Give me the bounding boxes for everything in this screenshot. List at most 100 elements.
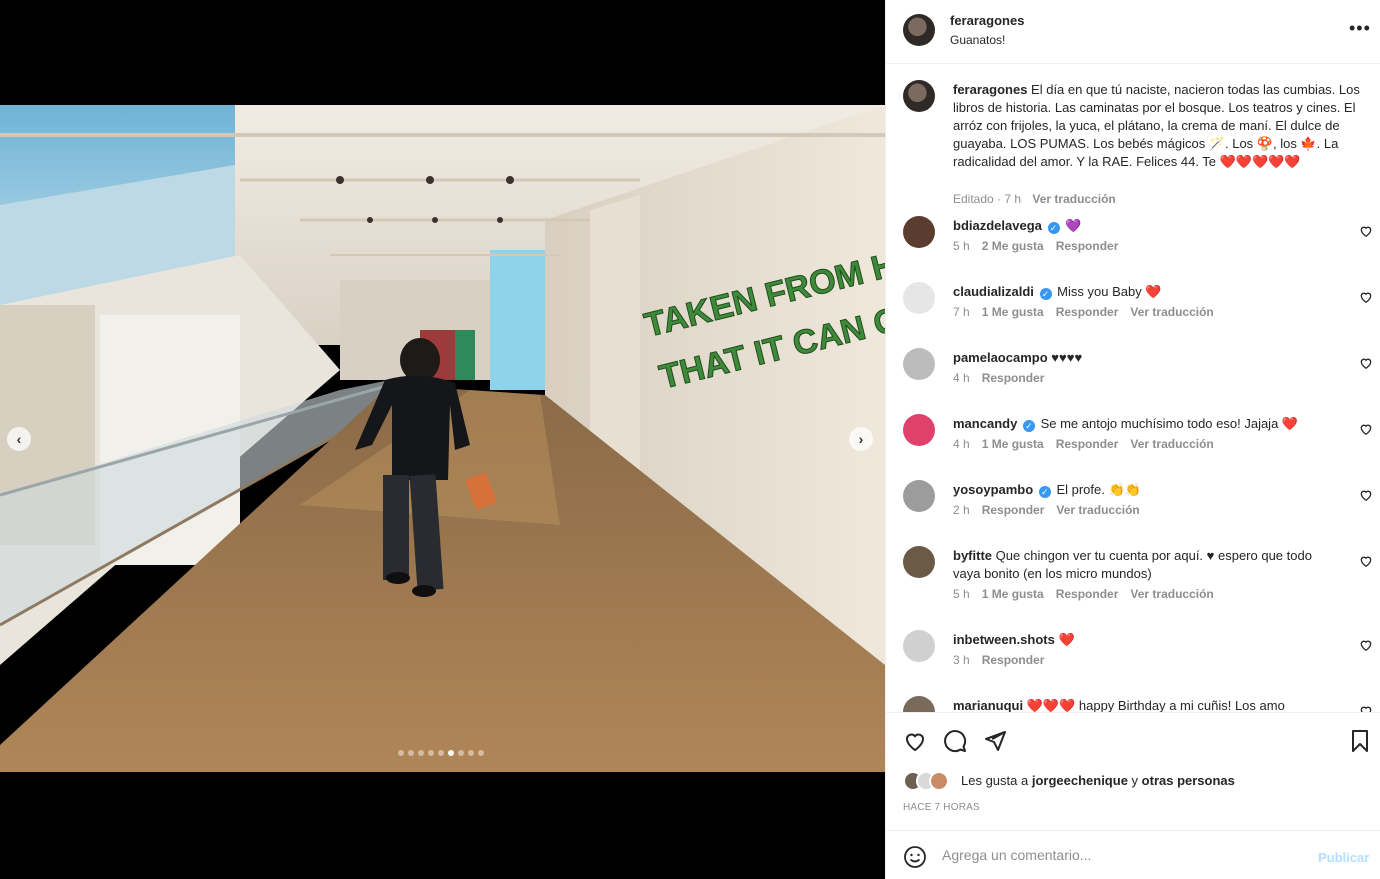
reply-button[interactable]: Responder [982, 653, 1045, 667]
comment-time: 3 h [953, 653, 970, 667]
emoji-icon[interactable] [903, 845, 927, 869]
comment-text: Que chingon ver tu cuenta por aquí. ♥ es… [953, 548, 1312, 581]
comment-meta: 4 h Responder [953, 371, 1056, 385]
instagram-post-viewer: TAKEN FROM HERE TO WHERE THAT IT CAN ONL… [0, 0, 1380, 879]
translate-link[interactable]: Ver traducción [1130, 305, 1213, 319]
slide-dot [428, 750, 434, 756]
publish-button[interactable]: Publicar [1318, 850, 1369, 865]
translate-link[interactable]: Ver traducción [1130, 587, 1213, 601]
like-heart-icon[interactable] [903, 729, 927, 753]
commenter-avatar[interactable] [903, 696, 935, 712]
comment-likes[interactable]: 1 Me gusta [982, 587, 1044, 601]
post-header: feraragones Guanatos! ••• [886, 0, 1380, 64]
comment-text: El profe. 👏👏 [1056, 482, 1141, 497]
comment-time: 4 h [953, 437, 970, 451]
verified-badge-icon: ✓ [1038, 486, 1051, 498]
commenter-username[interactable]: mancandy [953, 416, 1017, 431]
commenter-username[interactable]: inbetween.shots [953, 632, 1055, 647]
translate-link[interactable]: Ver traducción [1130, 437, 1213, 451]
post-location[interactable]: Guanatos! [950, 33, 1005, 47]
commenter-username[interactable]: bdiazdelavega [953, 218, 1042, 233]
commenter-username[interactable]: pamelaocampo [953, 350, 1048, 365]
commenter-avatar[interactable] [903, 546, 935, 578]
author-avatar[interactable] [903, 14, 935, 46]
comment-time: 7 h [953, 305, 970, 319]
comment-meta: 2 h Responder Ver traducción [953, 503, 1140, 517]
comment-time: 5 h [953, 587, 970, 601]
slide-dot [398, 750, 404, 756]
museum-hallway-image: TAKEN FROM HERE TO WHERE THAT IT CAN ONL… [0, 105, 885, 772]
commenter-avatar[interactable] [903, 630, 935, 662]
more-options-icon[interactable]: ••• [1349, 18, 1371, 39]
commenter-username[interactable]: marianuqui [953, 698, 1023, 712]
comment-meta: 7 h 1 Me gusta Responder Ver traducción [953, 305, 1214, 319]
comment-like-heart-icon[interactable] [1359, 356, 1373, 370]
comment-like-heart-icon[interactable] [1359, 488, 1373, 502]
comment-text: 💜 [1065, 218, 1082, 233]
comment-body: bdiazdelavega ✓ 💜 [953, 217, 1343, 235]
post-photo[interactable]: TAKEN FROM HERE TO WHERE THAT IT CAN ONL… [0, 105, 885, 772]
comment-body: mancandy ✓ Se me antojo muchísimo todo e… [953, 415, 1343, 433]
slide-dot [478, 750, 484, 756]
translate-link[interactable]: Ver traducción [1056, 503, 1139, 517]
commenter-avatar[interactable] [903, 480, 935, 512]
likers-avatars[interactable] [903, 771, 959, 791]
comment-body: byfitte Que chingon ver tu cuenta por aq… [953, 547, 1343, 583]
reply-button[interactable]: Responder [1056, 587, 1119, 601]
slide-dot [468, 750, 474, 756]
comment-meta: 3 h Responder [953, 653, 1056, 667]
comment-text: ♥♥♥♥ [1051, 350, 1083, 365]
post-timestamp[interactable]: HACE 7 HORAS [903, 802, 980, 813]
commenter-avatar[interactable] [903, 414, 935, 446]
comment-text: ❤️ [1058, 632, 1075, 647]
caption-edited: Editado · 7 h [953, 192, 1022, 206]
commenter-avatar[interactable] [903, 282, 935, 314]
commenter-username[interactable]: byfitte [953, 548, 992, 563]
comment-like-heart-icon[interactable] [1359, 554, 1373, 568]
comment-like-heart-icon[interactable] [1359, 422, 1373, 436]
commenter-avatar[interactable] [903, 216, 935, 248]
reply-button[interactable]: Responder [1056, 305, 1119, 319]
reply-button[interactable]: Responder [1056, 437, 1119, 451]
commenter-username[interactable]: claudializaldi [953, 284, 1034, 299]
comment-body: marianuqui ❤️❤️❤️ happy Birthday a mi cu… [953, 697, 1343, 712]
caption-meta: Editado · 7 h Ver traducción [953, 192, 1116, 206]
comment-text: Miss you Baby ❤️ [1057, 284, 1162, 299]
comment-meta: 4 h 1 Me gusta Responder Ver traducción [953, 437, 1214, 451]
commenter-username[interactable]: yosoypambo [953, 482, 1033, 497]
comment-like-heart-icon[interactable] [1359, 704, 1373, 712]
comment-time: 2 h [953, 503, 970, 517]
share-paper-plane-icon[interactable] [983, 729, 1007, 753]
post-side-panel: feraragones Guanatos! ••• feraragones El… [885, 0, 1380, 879]
comment-meta: 5 h 1 Me gusta Responder Ver traducción [953, 587, 1214, 601]
author-username[interactable]: feraragones [950, 13, 1024, 28]
save-bookmark-icon[interactable] [1348, 729, 1372, 753]
comment-likes[interactable]: 1 Me gusta [982, 437, 1044, 451]
caption-avatar[interactable] [903, 80, 935, 112]
likes-user-link[interactable]: jorgeechenique [1032, 773, 1128, 788]
reply-button[interactable]: Responder [982, 503, 1045, 517]
comment-like-heart-icon[interactable] [1359, 224, 1373, 238]
likes-prefix: Les gusta a [961, 773, 1029, 788]
comment-bubble-icon[interactable] [943, 729, 967, 753]
verified-badge-icon: ✓ [1039, 288, 1052, 300]
comment-like-heart-icon[interactable] [1359, 290, 1373, 304]
comment-like-heart-icon[interactable] [1359, 638, 1373, 652]
comment-text: ❤️❤️❤️ happy Birthday a mi cuñis! Los am… [1026, 698, 1285, 712]
caption-username[interactable]: feraragones [953, 82, 1027, 97]
comments-list[interactable]: feraragones El día en que tú naciste, na… [886, 64, 1380, 712]
comment-input[interactable] [942, 844, 1302, 866]
comment-likes[interactable]: 1 Me gusta [982, 305, 1044, 319]
previous-slide-button[interactable]: ‹ [7, 427, 31, 451]
reply-button[interactable]: Responder [982, 371, 1045, 385]
comment-likes[interactable]: 2 Me gusta [982, 239, 1044, 253]
reply-button[interactable]: Responder [1056, 239, 1119, 253]
media-area: TAKEN FROM HERE TO WHERE THAT IT CAN ONL… [0, 0, 885, 879]
caption-translate-link[interactable]: Ver traducción [1032, 192, 1115, 206]
post-actions: Les gusta a jorgeechenique y otras perso… [886, 712, 1380, 830]
chevron-right-icon: › [858, 431, 864, 447]
likes-others-link[interactable]: otras personas [1142, 773, 1235, 788]
comment-time: 5 h [953, 239, 970, 253]
next-slide-button[interactable]: › [849, 427, 873, 451]
commenter-avatar[interactable] [903, 348, 935, 380]
